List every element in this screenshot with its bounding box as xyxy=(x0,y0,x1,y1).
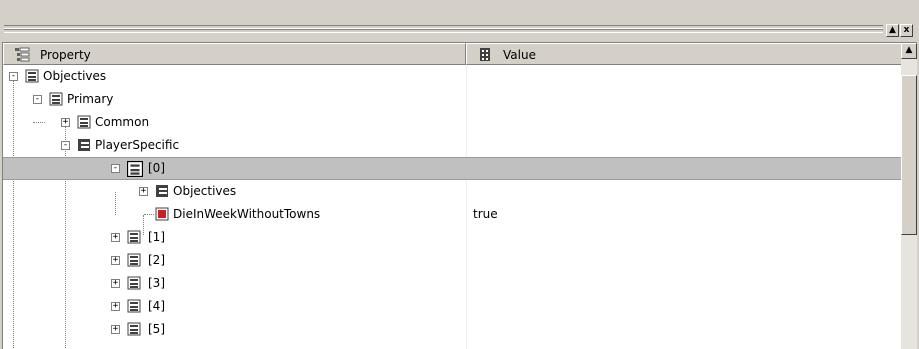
restore-button[interactable]: ▲ xyxy=(886,24,899,37)
folder-list-icon xyxy=(156,185,168,197)
collapse-toggle[interactable]: - xyxy=(9,72,18,81)
value-column-header[interactable]: Value xyxy=(466,43,903,65)
collapse-toggle[interactable]: - xyxy=(111,164,120,173)
list-icon xyxy=(77,115,91,129)
expand-toggle[interactable]: + xyxy=(139,187,148,196)
node-label: [3] xyxy=(148,276,165,290)
tree-row[interactable]: + [5] xyxy=(3,318,901,341)
node-label: PlayerSpecific xyxy=(95,138,180,152)
property-tree: - Objectives - Primary + Common - Player… xyxy=(3,65,901,349)
expand-toggle[interactable]: + xyxy=(111,233,120,242)
collapse-toggle[interactable]: - xyxy=(61,141,70,150)
list-icon xyxy=(25,69,39,83)
list-icon xyxy=(127,299,141,313)
node-label: Primary xyxy=(67,92,114,106)
expand-toggle[interactable]: + xyxy=(61,118,70,127)
expand-toggle[interactable]: + xyxy=(111,325,120,334)
tree-row[interactable]: + [2] xyxy=(3,249,901,272)
close-button[interactable]: x xyxy=(900,24,913,37)
list-icon xyxy=(127,161,143,177)
tree-row[interactable]: + [1] xyxy=(3,226,901,249)
expand-toggle[interactable]: + xyxy=(111,279,120,288)
list-icon xyxy=(49,92,63,106)
node-label: [1] xyxy=(148,230,165,244)
node-label: [0] xyxy=(148,161,165,175)
tree-row[interactable]: - PlayerSpecific xyxy=(3,134,901,157)
column-header: Property Value xyxy=(3,43,903,65)
vertical-scrollbar[interactable]: ▲ xyxy=(901,43,917,349)
node-label: [2] xyxy=(148,253,165,267)
list-icon xyxy=(127,230,141,244)
node-label: Objectives xyxy=(173,184,237,198)
tree-row[interactable]: - Objectives xyxy=(3,65,901,88)
property-column-header[interactable]: Property xyxy=(3,43,466,65)
list-icon xyxy=(127,253,141,267)
value-header-label: Value xyxy=(503,48,536,62)
tree-row[interactable]: - Primary xyxy=(3,88,901,111)
scroll-up-button[interactable]: ▲ xyxy=(901,43,917,59)
tree-row[interactable]: + Common xyxy=(3,111,901,134)
scroll-thumb[interactable] xyxy=(901,75,917,235)
list-icon xyxy=(127,276,141,290)
collapse-toggle[interactable]: - xyxy=(33,95,42,104)
property-grid: Property Value - Objectives - Primary + … xyxy=(2,42,917,349)
grip-line[interactable] xyxy=(4,29,883,33)
node-label: Common xyxy=(95,115,150,129)
value-table-icon xyxy=(480,48,490,61)
list-icon xyxy=(127,322,141,336)
tree-hierarchy-icon xyxy=(15,47,30,62)
red-checkbox-icon xyxy=(155,207,169,221)
node-label: [5] xyxy=(148,322,165,336)
node-label: Objectives xyxy=(43,69,107,83)
tree-connector xyxy=(144,214,154,215)
folder-list-icon xyxy=(78,139,90,151)
expand-toggle[interactable]: + xyxy=(111,302,120,311)
node-label: [4] xyxy=(148,299,165,313)
expand-toggle[interactable]: + xyxy=(111,256,120,265)
tree-row[interactable]: DieInWeekWithoutTowns true xyxy=(3,203,901,226)
node-value[interactable]: true xyxy=(473,207,498,221)
property-header-label: Property xyxy=(40,48,91,62)
tree-row[interactable]: + [4] xyxy=(3,295,901,318)
tree-row-selected[interactable]: - [0] xyxy=(3,157,901,180)
node-label: DieInWeekWithoutTowns xyxy=(173,207,321,221)
tree-row[interactable]: + Objectives xyxy=(3,180,901,203)
panel-titlebar: ▲ x xyxy=(0,0,919,42)
tree-row[interactable]: + [3] xyxy=(3,272,901,295)
